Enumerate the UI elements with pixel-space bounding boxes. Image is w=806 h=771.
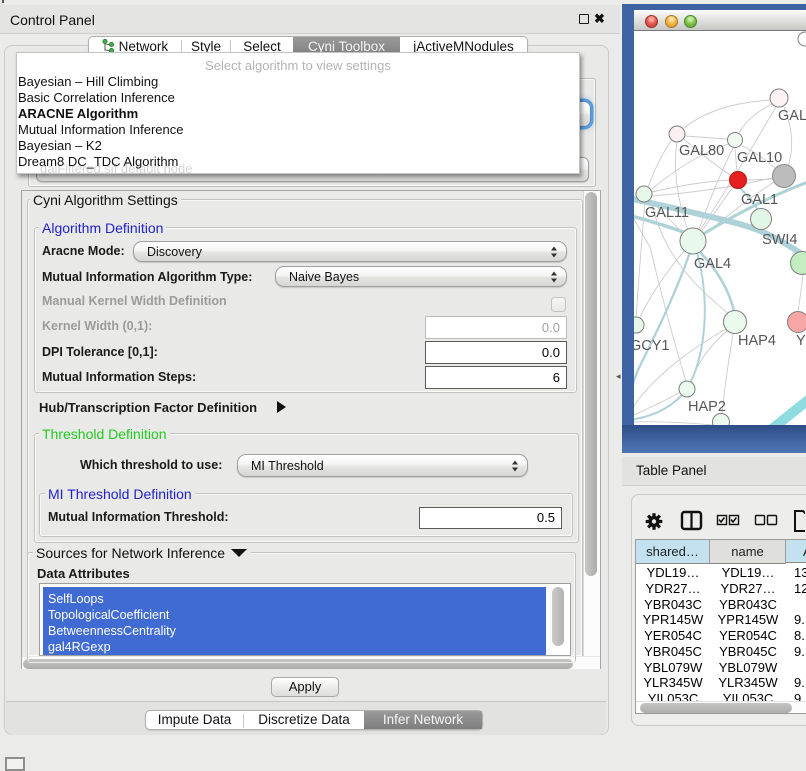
svg-text:GAL4: GAL4: [694, 256, 731, 272]
svg-text:SWI4: SWI4: [762, 232, 797, 248]
svg-text:HAP4: HAP4: [738, 333, 776, 349]
svg-text:GCY1: GCY1: [634, 338, 670, 354]
svg-text:HAP2: HAP2: [688, 399, 726, 415]
svg-text:Y: Y: [796, 333, 806, 349]
svg-text:GAL1: GAL1: [741, 192, 778, 208]
svg-text:GAL: GAL: [778, 108, 806, 124]
svg-text:GAL11: GAL11: [645, 205, 689, 221]
svg-text:GAL10: GAL10: [737, 150, 782, 166]
svg-text:GAL80: GAL80: [679, 143, 724, 159]
